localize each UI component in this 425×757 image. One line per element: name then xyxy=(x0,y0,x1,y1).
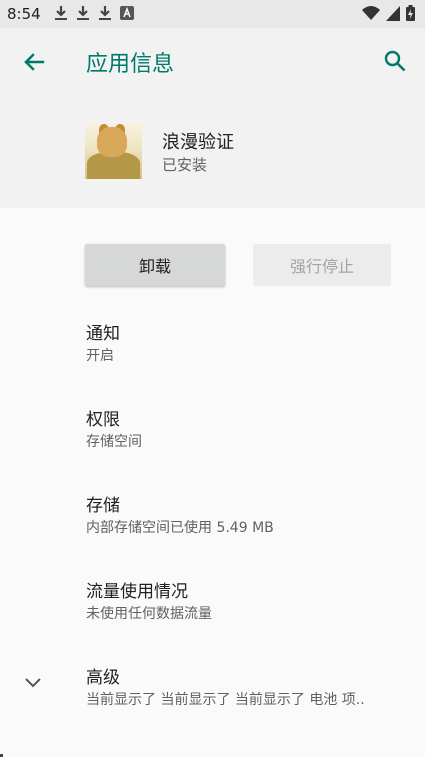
item-title: 高级 xyxy=(86,668,120,688)
signal-icon xyxy=(386,5,400,21)
item-title: 权限 xyxy=(86,410,120,430)
list-item-storage[interactable]: 存储 内部存储空间已使用 5.49 MB xyxy=(0,491,425,571)
chevron-down-icon xyxy=(25,678,41,688)
download-icon xyxy=(77,6,89,20)
app-bar: 应用信息 xyxy=(0,28,425,96)
back-arrow-icon[interactable] xyxy=(22,50,46,74)
app-install-status: 已安装 xyxy=(162,156,208,174)
download-icon xyxy=(99,6,111,20)
system-icons xyxy=(362,5,415,21)
app-name: 浪漫验证 xyxy=(162,132,234,153)
item-title: 流量使用情况 xyxy=(86,582,188,602)
item-subtitle: 未使用任何数据流量 xyxy=(86,606,212,622)
list-item-permissions[interactable]: 权限 存储空间 xyxy=(0,405,425,485)
item-subtitle: 存储空间 xyxy=(86,434,142,450)
download-icon xyxy=(55,6,67,20)
item-title: 存储 xyxy=(86,496,120,516)
force-stop-button[interactable]: 强行停止 xyxy=(253,244,391,286)
status-time: 8:54 xyxy=(7,5,41,23)
app-header: 浪漫验证 已安装 xyxy=(0,96,425,208)
item-subtitle: 内部存储空间已使用 5.49 MB xyxy=(86,520,274,536)
uninstall-button[interactable]: 卸载 xyxy=(85,244,225,286)
item-title: 通知 xyxy=(86,324,120,344)
list-item-notifications[interactable]: 通知 开启 xyxy=(0,319,425,399)
app-icon xyxy=(85,122,142,179)
search-icon[interactable] xyxy=(383,49,407,73)
page-title: 应用信息 xyxy=(86,52,175,77)
item-subtitle: 当前显示了 当前显示了 当前显示了 电池 项.. xyxy=(86,692,365,708)
wifi-icon xyxy=(362,6,380,20)
list-item-data-usage[interactable]: 流量使用情况 未使用任何数据流量 xyxy=(0,577,425,657)
battery-charging-icon xyxy=(406,5,415,21)
notification-icons xyxy=(54,5,134,21)
item-subtitle: 开启 xyxy=(86,348,114,364)
list-item-advanced[interactable]: 高级 当前显示了 当前显示了 当前显示了 电池 项.. xyxy=(0,663,425,743)
a-letter-icon xyxy=(120,6,134,20)
status-bar: 8:54 xyxy=(0,0,425,28)
